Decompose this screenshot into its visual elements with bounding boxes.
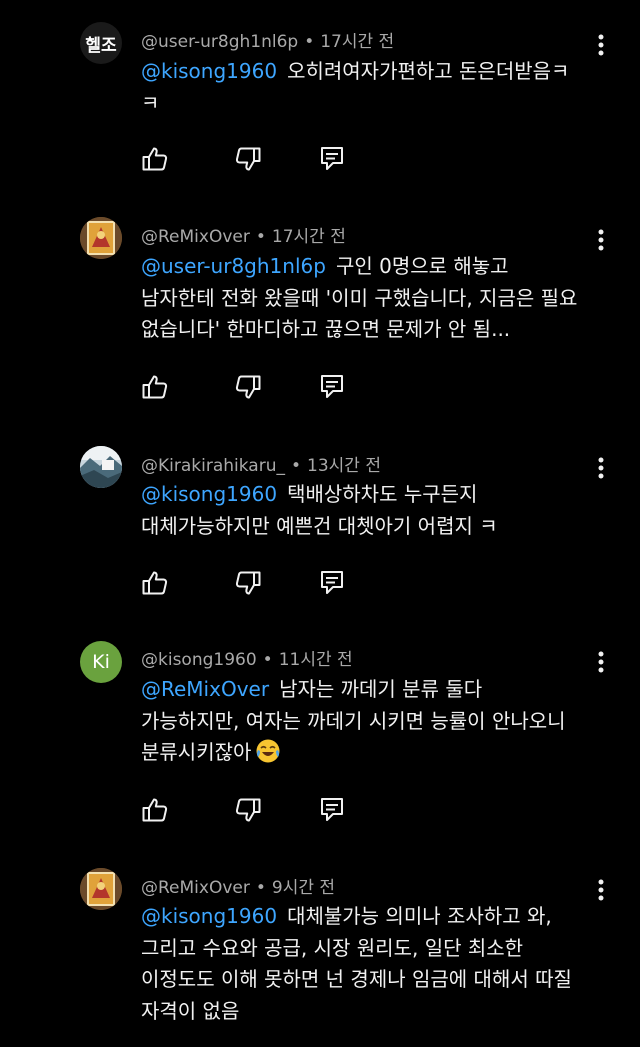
- thumb-down-icon: [235, 571, 261, 595]
- more-vertical-icon[interactable]: [588, 877, 614, 903]
- like-button[interactable]: [141, 796, 169, 824]
- avatar-initials: Ki: [92, 651, 110, 673]
- comment-time: 17시간 전: [271, 227, 346, 247]
- comment-line: 대체가능하지만 예쁜건 대쳇아기 어렵지 ㅋ: [141, 513, 498, 538]
- mention-link[interactable]: @kisong1960: [141, 482, 277, 506]
- comment-author[interactable]: @ReMixOver: [141, 878, 250, 898]
- like-button[interactable]: [141, 145, 169, 173]
- face-with-tears-of-joy-icon: [255, 738, 281, 764]
- avatar[interactable]: [80, 217, 122, 259]
- thumb-up-icon: [142, 571, 168, 595]
- comment-meta: @user-ur8gh1nl6p • 17시간 전: [141, 27, 394, 52]
- comment-line: @ReMixOver 남자는 까데기 분류 둘다: [141, 677, 483, 701]
- separator-dot: •: [304, 32, 315, 52]
- more-vertical-icon[interactable]: [588, 649, 614, 675]
- thumb-up-icon: [142, 147, 168, 171]
- comment-text: @kisong1960 택배상하차도 누구든지 대체가능하지만 예쁜건 대쳇아기 …: [141, 479, 611, 542]
- more-vertical-icon[interactable]: [588, 32, 614, 58]
- more-vertical-icon[interactable]: [588, 227, 614, 253]
- dislike-button[interactable]: [234, 569, 262, 597]
- dislike-button[interactable]: [234, 796, 262, 824]
- comment-line: 가능하지만, 여자는 까데기 시키면 능률이 안나오니: [141, 708, 566, 733]
- reply-button[interactable]: [319, 145, 347, 173]
- tarot-card-avatar: [80, 868, 122, 910]
- comment-author[interactable]: @Kirakirahikaru_: [141, 456, 285, 476]
- like-button[interactable]: [141, 569, 169, 597]
- mention-link[interactable]: @kisong1960: [141, 59, 277, 83]
- comment-text: @kisong1960 오히려여자가편하고 돈은더받음ㅋ ㅋ: [141, 56, 611, 119]
- thumb-up-icon: [142, 798, 168, 822]
- avatar[interactable]: [80, 446, 122, 488]
- comment-line: @kisong1960 택배상하차도 누구든지: [141, 482, 478, 506]
- comment-author[interactable]: @user-ur8gh1nl6p: [141, 32, 298, 52]
- reply-icon: [321, 571, 343, 594]
- comment-line: ㅋ: [141, 90, 160, 115]
- separator-dot: •: [262, 650, 273, 670]
- comment-line: 자격이 없음: [141, 998, 240, 1023]
- comment-line: 이정도도 이해 못하면 넌 경제나 임금에 대해서 따질: [141, 967, 572, 991]
- separator-dot: •: [290, 456, 302, 476]
- comment-line: 분류시키잖아: [141, 737, 611, 769]
- dislike-button[interactable]: [234, 145, 262, 173]
- comment-text: @kisong1960 대체불가능 의미나 조사하고 와, 그리고 수요와 공급,…: [141, 901, 611, 1027]
- reply-button[interactable]: [319, 373, 347, 401]
- comment-text: @user-ur8gh1nl6p 구인 0명으로 해놓고 남자한테 전화 왔을때 …: [141, 251, 611, 346]
- avatar-initials: 헬조: [85, 35, 117, 56]
- avatar[interactable]: 헬조: [80, 22, 122, 64]
- reply-button[interactable]: [319, 796, 347, 824]
- reply-icon: [321, 375, 343, 398]
- comment-time: 9시간 전: [271, 878, 336, 898]
- comment-meta: @ReMixOver • 9시간 전: [141, 873, 335, 898]
- mention-link[interactable]: @kisong1960: [141, 904, 277, 928]
- comment-meta: @Kirakirahikaru_ • 13시간 전: [141, 451, 381, 476]
- mention-link[interactable]: @ReMixOver: [141, 677, 269, 701]
- mention-link[interactable]: @user-ur8gh1nl6p: [141, 254, 326, 278]
- comment-time: 13시간 전: [307, 456, 381, 476]
- like-button[interactable]: [141, 373, 169, 401]
- tarot-card-avatar: [80, 217, 122, 259]
- thumb-down-icon: [235, 798, 261, 822]
- comment-meta: @ReMixOver • 17시간 전: [141, 222, 346, 247]
- comment-line: 남자한테 전화 왔을때 '이미 구했습니다, 지금은 필요: [141, 285, 578, 310]
- thumb-down-icon: [235, 147, 261, 171]
- thumb-down-icon: [235, 375, 261, 399]
- dislike-button[interactable]: [234, 373, 262, 401]
- comment-meta: @kisong1960 • 11시간 전: [141, 645, 353, 670]
- landscape-photo-avatar: [80, 446, 122, 488]
- reply-button[interactable]: [319, 569, 347, 597]
- comment-line: 그리고 수요와 공급, 시장 원리도, 일단 최소한: [141, 935, 524, 960]
- comment-line: @kisong1960 대체불가능 의미나 조사하고 와,: [141, 904, 552, 928]
- reply-icon: [321, 798, 343, 821]
- comment-text: @ReMixOver 남자는 까데기 분류 둘다 가능하지만, 여자는 까데기 시…: [141, 674, 611, 769]
- comment-line: 없습니다' 한마디하고 끊으면 문제가 안 됨...: [141, 317, 511, 341]
- reply-icon: [321, 147, 343, 170]
- separator-dot: •: [255, 227, 266, 247]
- more-vertical-icon[interactable]: [588, 455, 614, 481]
- comment-author[interactable]: @kisong1960: [141, 650, 257, 670]
- comment-time: 17시간 전: [320, 32, 395, 52]
- avatar[interactable]: Ki: [80, 641, 122, 683]
- thumb-up-icon: [142, 375, 168, 399]
- avatar[interactable]: [80, 868, 122, 910]
- comment-author[interactable]: @ReMixOver: [141, 227, 250, 247]
- comment-line: @user-ur8gh1nl6p 구인 0명으로 해놓고: [141, 254, 509, 278]
- comment-line: @kisong1960 오히려여자가편하고 돈은더받음ㅋ: [141, 59, 570, 83]
- separator-dot: •: [255, 878, 266, 898]
- comment-time: 11시간 전: [278, 650, 353, 670]
